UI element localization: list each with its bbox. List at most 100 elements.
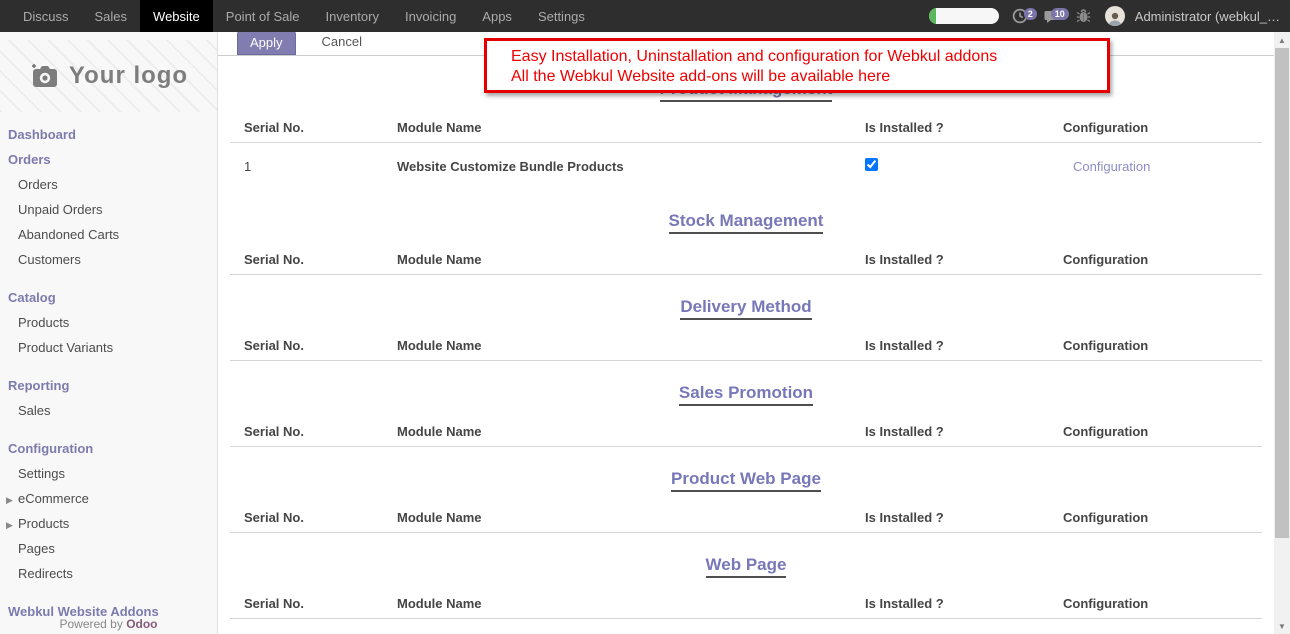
module-sections: Product ManagementSerial No.Module NameI… <box>218 56 1274 619</box>
progress-pill[interactable] <box>929 8 999 24</box>
column-header-config: Configuration <box>1063 252 1262 267</box>
sidebar-item-abandoned-carts[interactable]: Abandoned Carts <box>0 222 217 247</box>
sidebar-item-unpaid-orders[interactable]: Unpaid Orders <box>0 197 217 222</box>
message-count-badge: 10 <box>1051 8 1069 20</box>
sidebar-item-configuration[interactable]: Configuration <box>0 436 217 461</box>
powered-by: Powered by Odoo <box>0 617 217 631</box>
annotation-callout: Easy Installation, Uninstallation and co… <box>484 38 1110 93</box>
topbar-menu-apps[interactable]: Apps <box>469 0 525 32</box>
topbar-menu-discuss[interactable]: Discuss <box>10 0 82 32</box>
sidebar-item-orders[interactable]: Orders <box>0 172 217 197</box>
cell-serial: 1 <box>244 159 397 174</box>
sidebar-item-customers[interactable]: Customers <box>0 247 217 272</box>
cell-configuration: Configuration <box>1063 159 1262 174</box>
column-header-installed: Is Installed ? <box>865 596 1063 611</box>
cell-installed <box>865 158 1063 174</box>
column-header-module: Module Name <box>397 424 865 439</box>
column-header-installed: Is Installed ? <box>865 510 1063 525</box>
user-avatar[interactable] <box>1105 6 1125 26</box>
sidebar-item-products[interactable]: ▶Products <box>0 511 217 536</box>
topbar-menu-inventory[interactable]: Inventory <box>313 0 392 32</box>
messages-button[interactable]: 10 <box>1041 6 1063 26</box>
configuration-link[interactable]: Configuration <box>1063 159 1150 174</box>
debug-button[interactable] <box>1073 6 1095 26</box>
column-header-installed: Is Installed ? <box>865 252 1063 267</box>
section-title-text: Stock Management <box>669 211 824 234</box>
section-sales-promotion: Sales Promotion Serial No.Module NameIs I… <box>230 383 1262 447</box>
section-title: Stock Management <box>230 211 1262 233</box>
section-title-text: Delivery Method <box>680 297 811 320</box>
sidebar-item-orders[interactable]: Orders <box>0 147 217 172</box>
column-header-module: Module Name <box>397 596 865 611</box>
table-header-row: Serial No.Module NameIs Installed ?Confi… <box>230 503 1262 533</box>
user-menu[interactable]: Administrator (webkul_… <box>1135 9 1280 24</box>
content-area: Apply Cancel Easy Installation, Uninstal… <box>218 32 1274 634</box>
section-stock-management: Stock Management Serial No.Module NameIs … <box>230 211 1262 275</box>
main-layout: Your logo DashboardOrdersOrdersUnpaid Or… <box>0 32 1290 634</box>
scroll-up-arrow[interactable]: ▲ <box>1274 32 1290 48</box>
sidebar-item-sales[interactable]: Sales <box>0 398 217 423</box>
table-header-row: Serial No.Module NameIs Installed ?Confi… <box>230 245 1262 275</box>
column-header-module: Module Name <box>397 338 865 353</box>
topbar-menu-invoicing[interactable]: Invoicing <box>392 0 469 32</box>
sidebar-item-settings[interactable]: Settings <box>0 461 217 486</box>
installed-checkbox[interactable] <box>865 158 878 171</box>
table-header-row: Serial No.Module NameIs Installed ?Confi… <box>230 113 1262 143</box>
sidebar-item-catalog[interactable]: Catalog <box>0 285 217 310</box>
column-header-installed: Is Installed ? <box>865 424 1063 439</box>
apply-button[interactable]: Apply <box>237 32 296 55</box>
table-header-row: Serial No.Module NameIs Installed ?Confi… <box>230 331 1262 361</box>
camera-plus-icon <box>29 63 59 89</box>
column-header-serial: Serial No. <box>244 424 397 439</box>
sidebar-item-products[interactable]: Products <box>0 310 217 335</box>
cancel-button[interactable]: Cancel <box>310 32 374 55</box>
sidebar-item-dashboard[interactable]: Dashboard <box>0 122 217 147</box>
person-icon <box>1107 12 1123 26</box>
activities-button[interactable]: 2 <box>1009 6 1031 26</box>
column-header-config: Configuration <box>1063 338 1262 353</box>
section-product-web-page: Product Web Page Serial No.Module NameIs … <box>230 469 1262 533</box>
activity-count-badge: 2 <box>1024 8 1037 20</box>
column-header-installed: Is Installed ? <box>865 120 1063 135</box>
section-delivery-method: Delivery Method Serial No.Module NameIs I… <box>230 297 1262 361</box>
column-header-module: Module Name <box>397 510 865 525</box>
column-header-module: Module Name <box>397 252 865 267</box>
column-header-serial: Serial No. <box>244 596 397 611</box>
cell-module-name: Website Customize Bundle Products <box>397 159 865 174</box>
section-title-text: Web Page <box>706 555 787 578</box>
sidebar: Your logo DashboardOrdersOrdersUnpaid Or… <box>0 32 218 634</box>
column-header-serial: Serial No. <box>244 120 397 135</box>
chevron-right-icon: ▶ <box>6 517 13 534</box>
topbar-menu-website[interactable]: Website <box>140 0 213 32</box>
section-title: Delivery Method <box>230 297 1262 319</box>
top-navbar: DiscussSalesWebsitePoint of SaleInventor… <box>0 0 1290 32</box>
section-product-management: Product ManagementSerial No.Module NameI… <box>230 79 1262 189</box>
column-header-serial: Serial No. <box>244 252 397 267</box>
scroll-down-arrow[interactable]: ▼ <box>1274 618 1290 634</box>
annotation-line2: All the Webkul Website add-ons will be a… <box>511 67 1107 87</box>
table-row: 1Website Customize Bundle Products Config… <box>230 143 1262 189</box>
progress-fill <box>929 8 936 24</box>
annotation-line1: Easy Installation, Uninstallation and co… <box>511 47 1107 67</box>
topbar-menu-sales[interactable]: Sales <box>82 0 141 32</box>
sidebar-nav: DashboardOrdersOrdersUnpaid OrdersAbando… <box>0 118 217 628</box>
logo-text: Your logo <box>69 62 188 90</box>
section-title-text: Sales Promotion <box>679 383 813 406</box>
sidebar-item-reporting[interactable]: Reporting <box>0 373 217 398</box>
column-header-module: Module Name <box>397 120 865 135</box>
sidebar-item-ecommerce[interactable]: ▶eCommerce <box>0 486 217 511</box>
table-header-row: Serial No.Module NameIs Installed ?Confi… <box>230 589 1262 619</box>
column-header-config: Configuration <box>1063 424 1262 439</box>
section-title: Product Web Page <box>230 469 1262 491</box>
column-header-config: Configuration <box>1063 510 1262 525</box>
section-title: Sales Promotion <box>230 383 1262 405</box>
topbar-menu-settings[interactable]: Settings <box>525 0 598 32</box>
section-title: Web Page <box>230 555 1262 577</box>
sidebar-item-redirects[interactable]: Redirects <box>0 561 217 586</box>
sidebar-item-product-variants[interactable]: Product Variants <box>0 335 217 360</box>
scrollbar-thumb[interactable] <box>1275 48 1289 538</box>
sidebar-item-pages[interactable]: Pages <box>0 536 217 561</box>
odoo-brand-link[interactable]: Odoo <box>126 617 157 631</box>
topbar-menu-point-of-sale[interactable]: Point of Sale <box>213 0 313 32</box>
vertical-scrollbar[interactable]: ▲ ▼ <box>1274 32 1290 634</box>
